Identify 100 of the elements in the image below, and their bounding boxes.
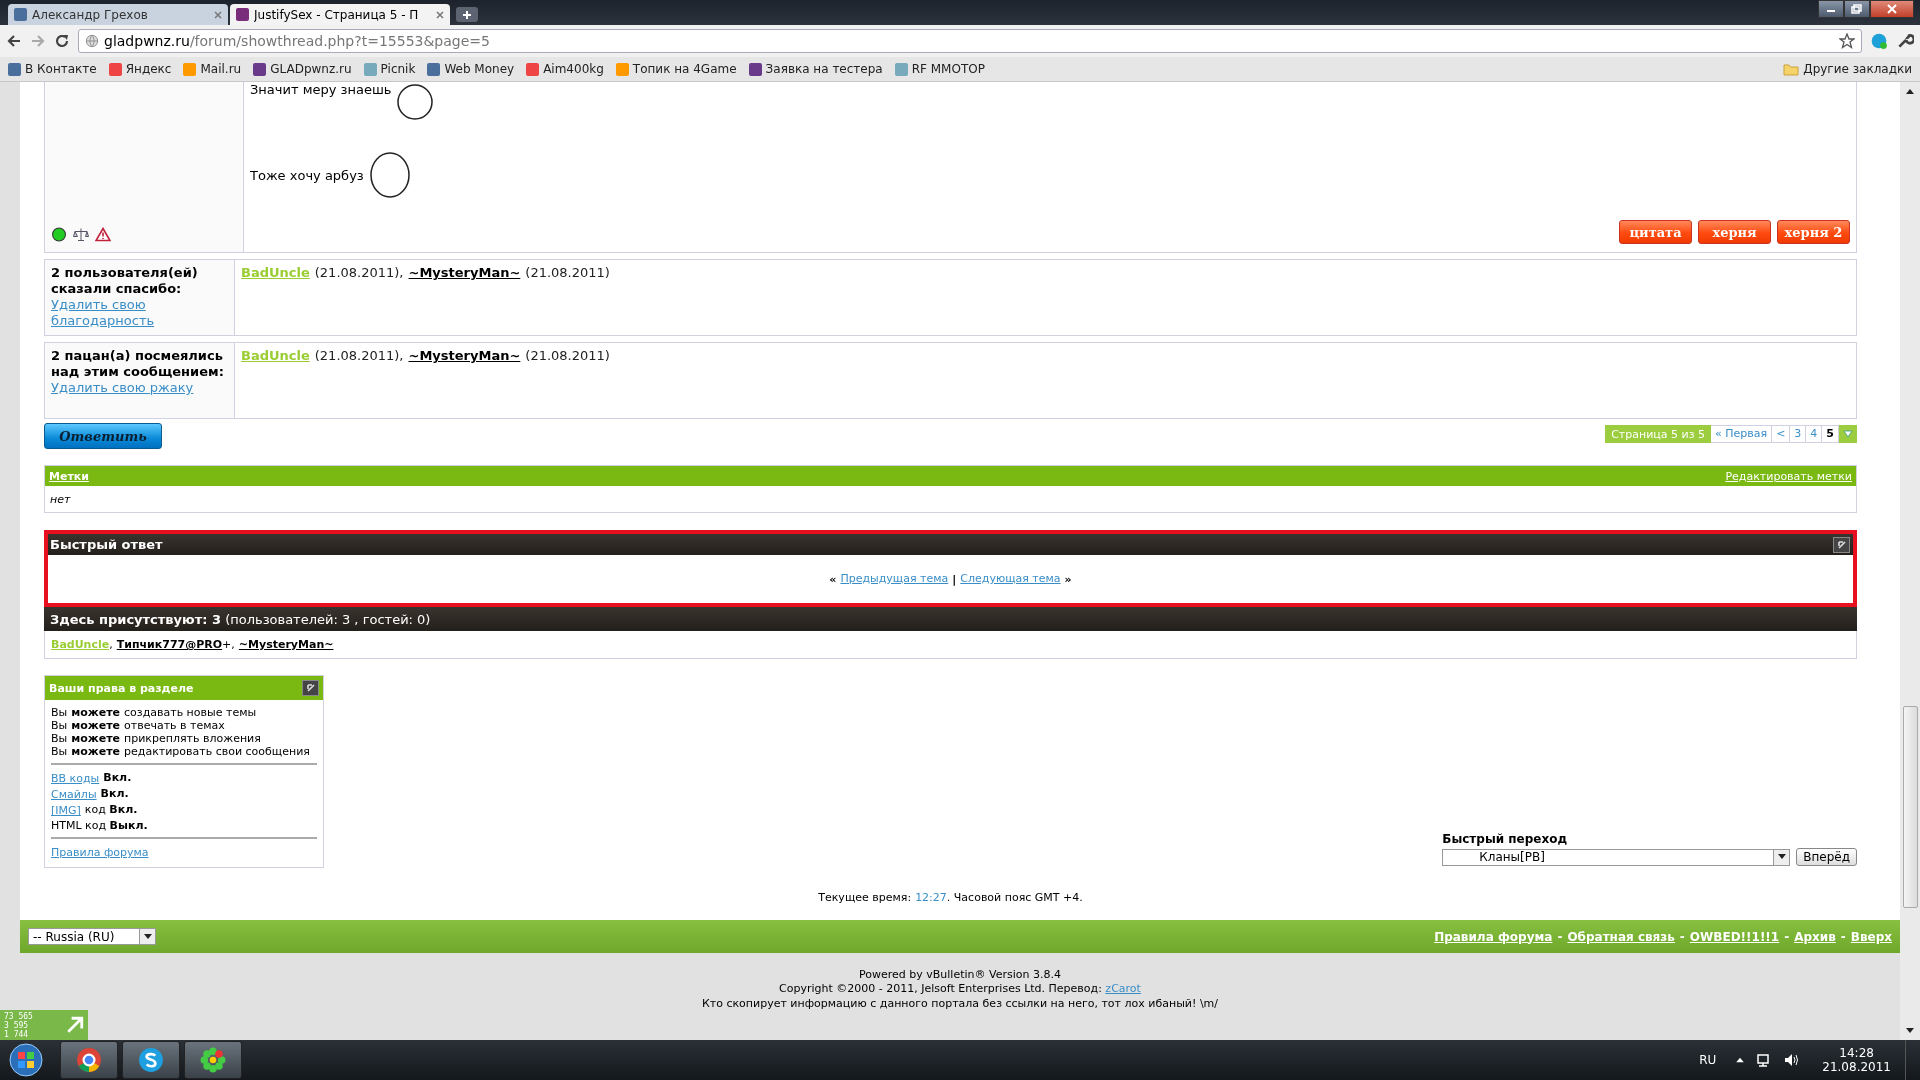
bookmark[interactable]: Яндекс <box>104 62 176 76</box>
flower-taskbar-icon[interactable] <box>184 1041 242 1079</box>
previous-thread-link[interactable]: Предыдущая тема <box>840 571 949 587</box>
skype-taskbar-icon[interactable] <box>122 1041 180 1079</box>
reload-icon[interactable] <box>54 33 70 49</box>
panel-title: Ваши права в разделе <box>49 681 194 695</box>
scroll-down-icon[interactable] <box>1906 1028 1914 1034</box>
bookmark-icon <box>363 62 377 76</box>
volume-icon[interactable] <box>1784 1052 1801 1068</box>
permission-text: Вы можете отвечать в темах <box>51 719 226 732</box>
scrollbar-thumb[interactable] <box>1902 706 1918 908</box>
page-link[interactable]: « Первая <box>1711 425 1773 443</box>
tags-link[interactable]: Метки <box>49 469 89 483</box>
bookmark[interactable]: Picnik <box>359 62 420 76</box>
setting-link[interactable]: [IMG] <box>51 803 81 819</box>
collapse-button[interactable] <box>302 680 319 696</box>
user-link[interactable]: Типчик777@PRO <box>116 638 223 651</box>
page-link[interactable]: < <box>1772 425 1791 443</box>
remove-link[interactable]: Удалить свою ржаку <box>51 380 194 396</box>
bookmark[interactable]: Aim400kg <box>522 62 608 76</box>
bookmark[interactable]: В Контакте <box>4 62 101 76</box>
new-tab-button[interactable] <box>456 7 478 22</box>
post-text: Значит меру знаешь <box>250 82 392 97</box>
user-link[interactable]: ~MysteryMan~ <box>238 638 334 651</box>
page-link[interactable]: 3 <box>1790 425 1807 443</box>
permission-text: Вы можете редактировать свои сообщения <box>51 745 311 758</box>
bookmark-icon <box>8 62 21 76</box>
minimize-button[interactable] <box>1818 0 1844 18</box>
user-link[interactable]: ~MysteryMan~ <box>408 265 521 280</box>
warning-icon[interactable] <box>95 227 111 242</box>
close-icon[interactable] <box>436 10 444 19</box>
separator-text: - <box>1557 929 1563 944</box>
forum-rules-link[interactable]: Правила форума <box>51 845 317 861</box>
close-icon[interactable] <box>214 10 222 19</box>
bookmark-icon <box>253 62 267 76</box>
site-icon <box>14 8 27 21</box>
language-indicator[interactable]: RU <box>1699 1053 1717 1067</box>
plus-icon <box>462 9 472 20</box>
remove-link[interactable]: Удалить свою благодарность <box>51 297 228 329</box>
extension-icon[interactable] <box>1870 32 1888 50</box>
chrome-taskbar-icon[interactable] <box>60 1041 118 1079</box>
language-select[interactable]: -- Russia (RU) <box>28 928 156 945</box>
date-text: (21.08.2011), <box>314 265 404 280</box>
bookmark-icon <box>108 62 122 76</box>
panel-title: Быстрый ответ <box>50 537 163 552</box>
setting-status: Вкл. <box>100 787 129 802</box>
next-thread-link[interactable]: Следующая тема <box>960 571 1061 587</box>
date-text: (21.08.2011) <box>525 348 610 363</box>
separator-text: - <box>1840 929 1846 944</box>
online-users-header: Здесь присутствуют: 3 (пользователей: 3 , гостей: 0) <box>44 607 1857 631</box>
other-bookmarks[interactable]: Другие закладки <box>1779 62 1916 76</box>
setting-link[interactable]: BB коды <box>51 771 100 787</box>
scroll-up-icon[interactable] <box>1906 88 1914 94</box>
go-button[interactable]: Вперёд <box>1796 848 1857 866</box>
bookmark[interactable]: RF MMOTOP <box>890 62 989 76</box>
post-action-button[interactable]: херня <box>1698 220 1771 244</box>
close-button[interactable] <box>1870 0 1914 18</box>
browser-tab[interactable]: JustifySex - Страница 5 - П <box>230 4 450 25</box>
footer-link[interactable]: Правила форума <box>1434 929 1553 944</box>
footer-link[interactable]: Архив <box>1794 929 1836 944</box>
time-value: 12:27 <box>915 891 947 904</box>
forum-select[interactable]: Кланы[PB] <box>1442 848 1791 866</box>
start-button[interactable] <box>8 1042 44 1078</box>
bookmark[interactable]: GLADpwnz.ru <box>249 62 356 76</box>
page-link[interactable]: 4 <box>1806 425 1823 443</box>
smiley-icon <box>367 150 412 200</box>
online-status-icon <box>51 227 67 242</box>
site-icon <box>236 8 249 21</box>
setting-link[interactable]: Смайлы <box>51 787 97 803</box>
browser-tab[interactable]: Александр Грехов <box>8 4 228 25</box>
page-count: Страница 5 из 5 <box>1605 425 1712 443</box>
footer-link[interactable]: Вверх <box>1850 929 1892 944</box>
tray-arrow-icon[interactable] <box>1736 1057 1745 1063</box>
next-mark: » <box>1064 572 1072 586</box>
post-action-button[interactable]: херня 2 <box>1777 220 1850 244</box>
collapse-button[interactable] <box>1833 536 1850 553</box>
star-icon[interactable] <box>1839 33 1855 49</box>
reply-button[interactable]: Ответить <box>44 423 162 449</box>
address-field[interactable]: gladpwnz.ru/forum/showthread.php?t=15553&page=5 <box>78 29 1862 53</box>
maximize-button[interactable] <box>1844 0 1870 18</box>
scrollbar-track[interactable] <box>1900 82 1920 1040</box>
user-link[interactable]: ~MysteryMan~ <box>408 348 521 363</box>
prev-mark: « <box>829 572 837 586</box>
translator-link[interactable]: zCarot <box>1105 982 1141 995</box>
scales-icon[interactable] <box>73 227 89 242</box>
edit-tags-link[interactable]: Редактировать метки <box>1725 469 1852 483</box>
back-icon[interactable] <box>6 33 22 49</box>
folder-icon <box>1783 62 1800 76</box>
clock[interactable]: 14:28 21.08.2011 <box>1822 1046 1891 1074</box>
bookmark[interactable]: Web Money <box>423 62 519 76</box>
post-action-button[interactable]: цитата <box>1619 220 1692 244</box>
page-link[interactable]: 5 <box>1822 425 1839 443</box>
quick-jump-label: Быстрый переход <box>1442 832 1569 846</box>
footer-link[interactable]: OWBED!!1!!1 <box>1689 929 1780 944</box>
bookmark[interactable]: Mail.ru <box>179 62 246 76</box>
footer-link[interactable]: Обратная связь <box>1567 929 1675 944</box>
bookmark[interactable]: Топик на 4Game <box>611 62 741 76</box>
divider-text: | <box>952 572 957 586</box>
wrench-icon[interactable] <box>1896 32 1914 50</box>
bookmark[interactable]: Заявка на тестера <box>744 62 887 76</box>
